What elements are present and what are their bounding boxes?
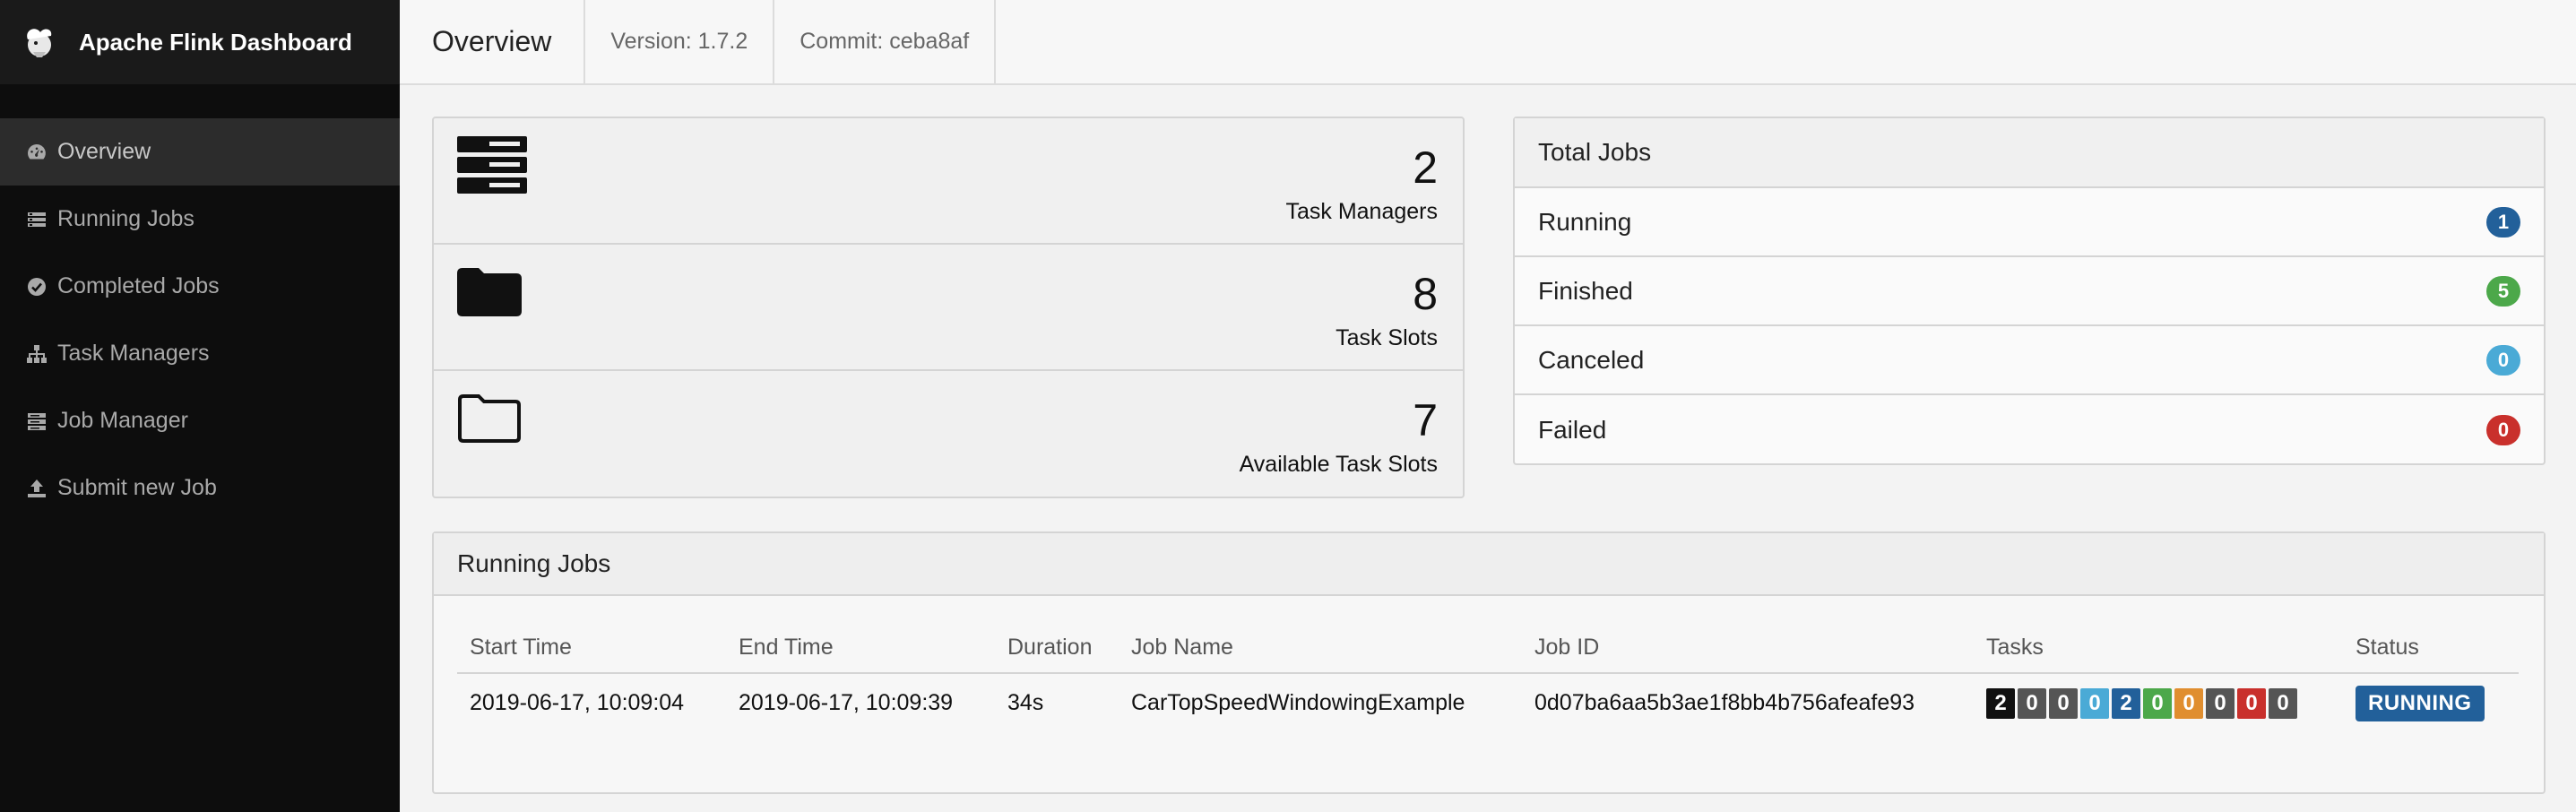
start-time-cell: 2019-06-17, 10:09:04 (470, 690, 685, 715)
stat-task-slots: 8 Task Slots (434, 245, 1463, 371)
task-count-box: 0 (2049, 687, 2078, 719)
sidebar-item-label: Running Jobs (57, 206, 194, 231)
task-count-box: 0 (2080, 687, 2109, 719)
available-task-slots-count: 7 (1413, 395, 1438, 445)
total-jobs-panel: Total Jobs Running 1 Finished 5 Canceled… (1513, 117, 2546, 465)
sidebar-item-running-jobs[interactable]: Running Jobs (0, 186, 400, 253)
folder-icon (457, 263, 522, 324)
total-label: Finished (1538, 276, 1633, 305)
sidebar-nav: Overview Running Jobs Completed Jobs Tas… (0, 118, 400, 522)
folder-open-icon (457, 389, 522, 451)
column-header[interactable]: Job ID (1522, 623, 1974, 674)
total-label: Canceled (1538, 345, 1645, 374)
job-name-cell: CarTopSpeedWindowingExample (1131, 690, 1465, 715)
check-circle-icon (25, 275, 48, 298)
status-cell: RUNNING (2343, 673, 2519, 732)
task-count-box: 2 (2112, 687, 2140, 719)
upload-icon (25, 477, 48, 500)
tasks-icon (25, 208, 48, 231)
task-managers-label: Task Managers (1285, 199, 1438, 224)
task-count-box: 0 (2237, 687, 2266, 719)
total-row-failed: Failed 0 (1515, 395, 2544, 464)
flink-squirrel-logo-icon (20, 22, 59, 62)
task-slots-label: Task Slots (1336, 325, 1438, 350)
commit-label: Commit: ceba8af (774, 0, 997, 83)
sidebar-item-label: Job Manager (57, 408, 188, 433)
sidebar-item-label: Overview (57, 139, 151, 164)
task-count-box: 0 (2206, 687, 2235, 719)
total-label: Running (1538, 207, 1632, 236)
task-count-box: 0 (2018, 687, 2046, 719)
column-header[interactable]: Tasks (1974, 623, 2343, 674)
stat-task-managers: 2 Task Managers (434, 118, 1463, 245)
sidebar-item-label: Task Managers (57, 341, 210, 366)
page-title: Overview (400, 0, 586, 83)
sidebar-item-task-managers[interactable]: Task Managers (0, 320, 400, 387)
table-row[interactable]: 2019-06-17, 10:09:04 2019-06-17, 10:09:3… (457, 673, 2519, 732)
sidebar-item-completed-jobs[interactable]: Completed Jobs (0, 253, 400, 320)
status-badge: 5 (2486, 275, 2520, 307)
brand-header[interactable]: Apache Flink Dashboard (0, 0, 400, 84)
running-jobs-title: Running Jobs (434, 533, 2544, 596)
server-icon (25, 410, 48, 433)
task-count-box: 0 (2174, 687, 2203, 719)
job-id-cell: 0d07ba6aa5b3ae1f8bb4b756afeafe93 (1534, 690, 1915, 715)
column-header[interactable]: Start Time (457, 623, 726, 674)
status-badge: 0 (2486, 344, 2520, 376)
running-jobs-panel: Running Jobs Start Time End Time Duratio… (432, 531, 2546, 794)
sitemap-icon (25, 342, 48, 366)
total-jobs-title: Total Jobs (1515, 118, 2544, 188)
column-header[interactable]: Duration (995, 623, 1119, 674)
app-title: Apache Flink Dashboard (79, 28, 352, 56)
column-header[interactable]: Job Name (1119, 623, 1522, 674)
task-count-box: 2 (1986, 687, 2015, 719)
sidebar-item-label: Completed Jobs (57, 273, 220, 298)
status-badge: 0 (2486, 414, 2520, 445)
task-slots-count: 8 (1413, 269, 1438, 319)
server-icon (457, 136, 529, 198)
task-managers-count: 2 (1413, 143, 1438, 193)
status-badge: RUNNING (2356, 685, 2485, 721)
column-header[interactable]: End Time (726, 623, 995, 674)
status-badge: 1 (2486, 206, 2520, 238)
version-label: Version: 1.7.2 (585, 0, 775, 83)
total-label: Failed (1538, 415, 1607, 444)
total-row-finished: Finished 5 (1515, 257, 2544, 326)
sidebar-item-submit-new-job[interactable]: Submit new Job (0, 454, 400, 522)
total-row-canceled: Canceled 0 (1515, 326, 2544, 395)
sidebar-item-label: Submit new Job (57, 475, 217, 500)
column-header[interactable]: Status (2343, 623, 2519, 674)
running-jobs-table: Start Time End Time Duration Job Name Jo… (457, 623, 2519, 732)
duration-cell: 34s (1007, 690, 1044, 715)
cluster-stats-panel: 2 Task Managers 8 Task Slots 7 Available… (432, 117, 1465, 498)
table-header-row: Start Time End Time Duration Job Name Jo… (457, 623, 2519, 674)
sidebar-item-job-manager[interactable]: Job Manager (0, 387, 400, 454)
dashboard-icon (25, 141, 48, 164)
task-status-boxes: 2 0 0 0 2 0 0 0 0 0 (1986, 687, 2342, 719)
total-row-running: Running 1 (1515, 188, 2544, 257)
task-count-box: 0 (2143, 687, 2172, 719)
available-task-slots-label: Available Task Slots (1239, 452, 1438, 477)
sidebar: Apache Flink Dashboard Overview Running … (0, 0, 400, 812)
stat-available-task-slots: 7 Available Task Slots (434, 371, 1463, 497)
end-time-cell: 2019-06-17, 10:09:39 (739, 690, 954, 715)
top-header: Overview Version: 1.7.2 Commit: ceba8af (400, 0, 2576, 85)
tasks-cell: 2 0 0 0 2 0 0 0 0 0 (1974, 673, 2343, 732)
sidebar-item-overview[interactable]: Overview (0, 118, 400, 186)
task-count-box: 0 (2269, 687, 2297, 719)
